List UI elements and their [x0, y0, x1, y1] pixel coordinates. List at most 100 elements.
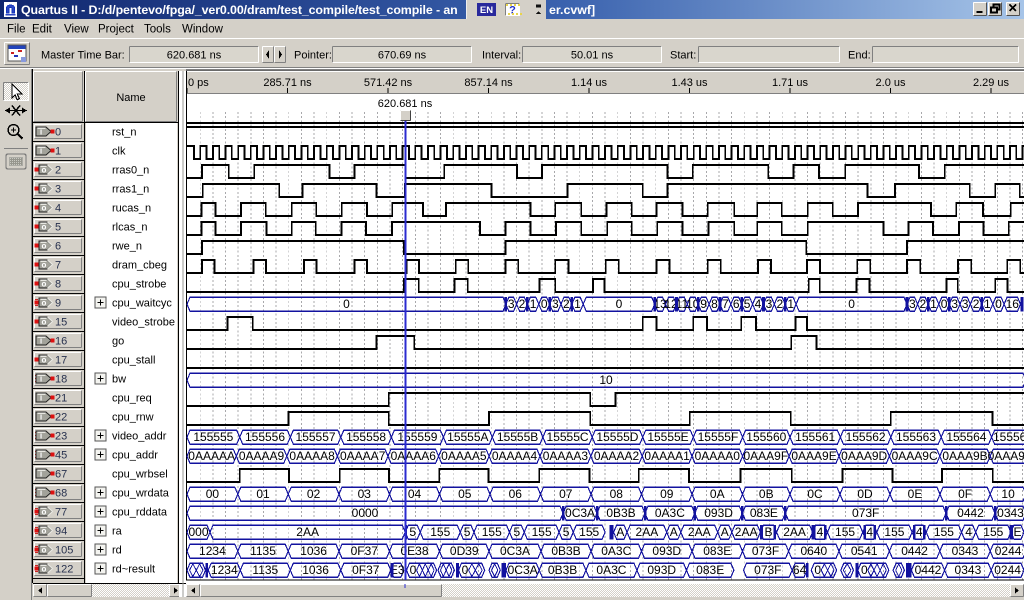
svg-text:083E: 083E: [703, 544, 731, 558]
svg-text:Name: Name: [116, 92, 145, 104]
svg-text:1234: 1234: [199, 544, 226, 558]
svg-text:3: 3: [552, 297, 559, 311]
svg-text:2: 2: [973, 297, 980, 311]
svg-text:cpu_rnw: cpu_rnw: [112, 412, 154, 424]
svg-text:1.71 us: 1.71 us: [772, 77, 809, 89]
svg-text:bw: bw: [112, 374, 126, 386]
svg-text:2: 2: [519, 297, 526, 311]
svg-text:2: 2: [776, 297, 783, 311]
svg-text:02: 02: [307, 487, 321, 501]
svg-text:o: o: [42, 223, 47, 232]
svg-text:00: 00: [206, 487, 220, 501]
svg-text:155555: 155555: [193, 430, 233, 444]
svg-text:073F: 073F: [752, 544, 779, 558]
svg-text:0AAAA2: 0AAAA2: [594, 449, 640, 463]
svg-text:I: I: [40, 337, 42, 346]
svg-text:0AAA9A: 0AAA9A: [988, 449, 1024, 463]
svg-text:Edit: Edit: [32, 24, 53, 36]
svg-text:0AAAA1: 0AAAA1: [644, 449, 690, 463]
svg-text:dram_cbeg: dram_cbeg: [112, 260, 167, 272]
svg-text:15: 15: [55, 317, 67, 329]
svg-text:15555D: 15555D: [596, 430, 638, 444]
svg-text:0AAA9B: 0AAA9B: [942, 449, 987, 463]
svg-text:0AAAA4: 0AAAA4: [492, 449, 538, 463]
svg-text:0A: 0A: [710, 487, 725, 501]
svg-text:073F: 073F: [754, 563, 781, 577]
svg-text:155559: 155559: [397, 430, 437, 444]
svg-text:E: E: [1013, 525, 1021, 539]
svg-text:View: View: [64, 24, 89, 36]
svg-text:A: A: [721, 525, 729, 539]
svg-text:Interval:: Interval:: [482, 50, 521, 62]
svg-text:620.681 ns: 620.681 ns: [378, 98, 433, 110]
svg-text:cpu_waitcyc: cpu_waitcyc: [112, 298, 172, 310]
svg-text:o: o: [42, 546, 47, 555]
svg-text:155: 155: [579, 525, 599, 539]
svg-text:0: 0: [541, 297, 548, 311]
svg-text:4: 4: [755, 297, 762, 311]
svg-text:5: 5: [514, 525, 521, 539]
svg-text:0: 0: [343, 297, 350, 311]
svg-text:6: 6: [55, 241, 61, 253]
svg-text:0541: 0541: [851, 544, 878, 558]
svg-text:0B3B: 0B3B: [548, 563, 577, 577]
svg-text:21: 21: [55, 393, 67, 405]
svg-text:155: 155: [430, 525, 450, 539]
svg-text:0343: 0343: [997, 506, 1024, 520]
svg-text:rlcas_n: rlcas_n: [112, 222, 147, 234]
svg-text:3: 3: [909, 297, 916, 311]
svg-text:End:: End:: [848, 50, 871, 62]
svg-text:0: 0: [462, 563, 469, 577]
svg-text:45: 45: [55, 450, 67, 462]
svg-text:000: 000: [188, 525, 208, 539]
svg-text:cpu_wrbsel: cpu_wrbsel: [112, 469, 168, 481]
svg-text:rd: rd: [112, 545, 122, 557]
svg-text:EN: EN: [480, 5, 493, 16]
svg-text:5: 5: [55, 222, 61, 234]
svg-text:4: 4: [817, 525, 824, 539]
svg-text:155: 155: [835, 525, 855, 539]
svg-text:File: File: [7, 24, 26, 36]
svg-text:083E: 083E: [696, 563, 724, 577]
svg-text:0343: 0343: [955, 563, 982, 577]
svg-text:67: 67: [55, 469, 67, 481]
svg-text:7: 7: [722, 297, 729, 311]
svg-text:go: go: [112, 336, 124, 348]
svg-text:0: 0: [941, 297, 948, 311]
svg-text:o: o: [42, 204, 47, 213]
svg-text:Tools: Tools: [144, 24, 171, 36]
svg-text:o: o: [42, 185, 47, 194]
svg-text:I: I: [40, 489, 42, 498]
svg-text:15555B: 15555B: [497, 430, 538, 444]
svg-text:10: 10: [599, 373, 613, 387]
svg-text:0AAAA9: 0AAAA9: [239, 449, 285, 463]
svg-text:3: 3: [55, 184, 61, 196]
svg-text:093D: 093D: [647, 563, 676, 577]
svg-text:o: o: [42, 508, 47, 517]
svg-text:0C3A: 0C3A: [508, 563, 538, 577]
svg-text:22: 22: [55, 412, 67, 424]
svg-text:122: 122: [55, 564, 73, 576]
svg-text:rd~result: rd~result: [112, 564, 155, 576]
svg-text:1: 1: [55, 146, 61, 158]
svg-text:o: o: [42, 261, 47, 270]
svg-text:2AA: 2AA: [636, 525, 659, 539]
svg-text:0343: 0343: [952, 544, 979, 558]
svg-text:cpu_wrdata: cpu_wrdata: [112, 488, 170, 500]
svg-text:0: 0: [410, 563, 417, 577]
svg-text:18: 18: [55, 374, 67, 386]
svg-text:0442: 0442: [901, 544, 928, 558]
svg-text:0AAA9D: 0AAA9D: [841, 449, 887, 463]
svg-text:I: I: [40, 432, 42, 441]
svg-text:1.43 us: 1.43 us: [671, 77, 708, 89]
svg-text:0AAAA0: 0AAAA0: [695, 449, 741, 463]
svg-text:B: B: [764, 525, 772, 539]
svg-text:23: 23: [55, 431, 67, 443]
svg-text:2: 2: [55, 165, 61, 177]
svg-text:4: 4: [55, 203, 61, 215]
svg-text:155563: 155563: [896, 430, 936, 444]
svg-text:15555C: 15555C: [547, 430, 589, 444]
svg-text:0B3B: 0B3B: [606, 506, 635, 520]
svg-text:cpu_strobe: cpu_strobe: [112, 279, 166, 291]
svg-text:rwe_n: rwe_n: [112, 241, 142, 253]
